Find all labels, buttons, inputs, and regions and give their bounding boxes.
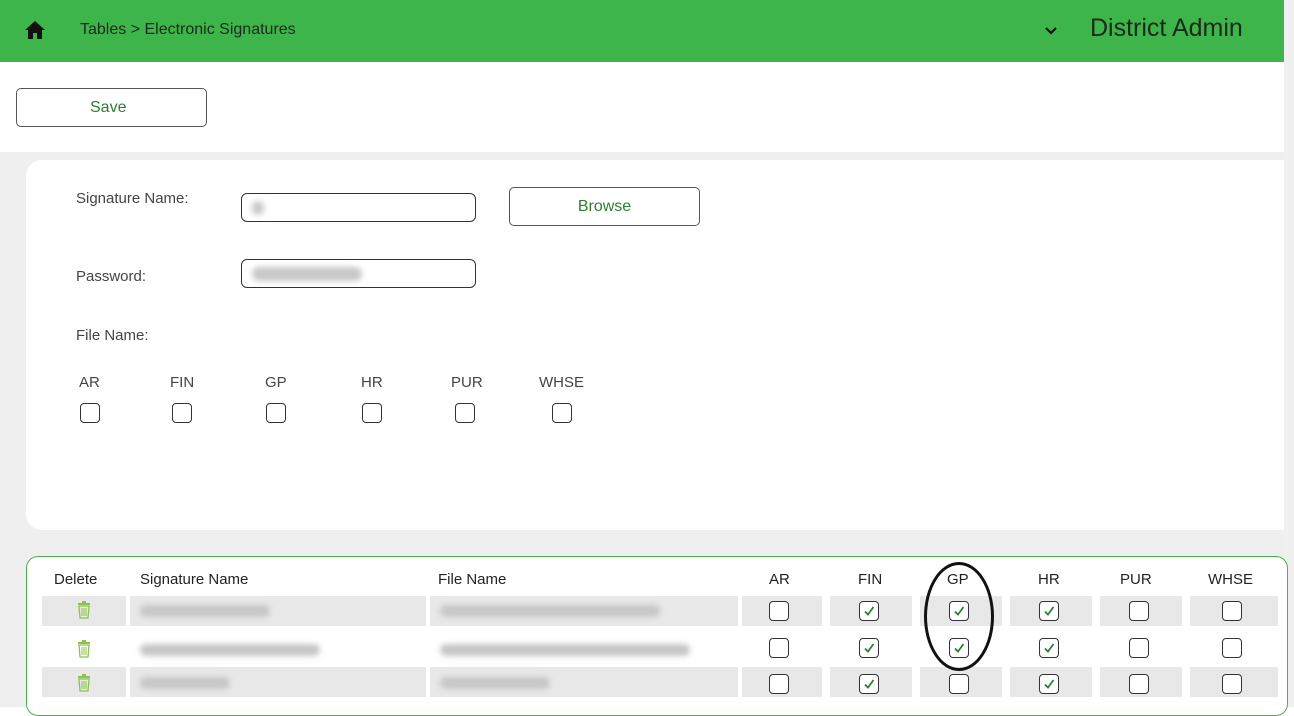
- file-name-cell: [440, 644, 690, 656]
- module-label-pur: PUR: [451, 374, 483, 391]
- module-label-gp: GP: [265, 374, 287, 391]
- password-input[interactable]: [241, 259, 476, 288]
- home-icon[interactable]: [24, 20, 46, 40]
- form-checkbox-gp[interactable]: [266, 403, 286, 423]
- signature-name-input[interactable]: [241, 193, 476, 222]
- checkbox-gp[interactable]: [949, 674, 969, 694]
- checkbox-pur[interactable]: [1129, 674, 1149, 694]
- trash-icon[interactable]: [77, 640, 91, 658]
- checkbox-pur[interactable]: [1129, 601, 1149, 621]
- checkbox-whse[interactable]: [1222, 638, 1242, 658]
- checkbox-ar[interactable]: [769, 601, 789, 621]
- save-button[interactable]: Save: [16, 88, 207, 127]
- checkbox-gp[interactable]: [949, 601, 969, 621]
- checkbox-ar[interactable]: [769, 674, 789, 694]
- signature-name-cell: [140, 605, 270, 617]
- column-header-pur[interactable]: PUR: [1120, 571, 1152, 588]
- signature-name-label: Signature Name:: [76, 190, 189, 207]
- checkbox-gp[interactable]: [949, 638, 969, 658]
- column-header-signature-name[interactable]: Signature Name: [140, 571, 248, 588]
- checkbox-pur[interactable]: [1129, 638, 1149, 658]
- checkbox-fin[interactable]: [859, 674, 879, 694]
- column-header-hr[interactable]: HR: [1038, 571, 1060, 588]
- column-header-fin[interactable]: FIN: [858, 571, 882, 588]
- column-header-gp[interactable]: GP: [947, 571, 969, 588]
- browse-button[interactable]: Browse: [509, 187, 700, 226]
- chevron-down-icon[interactable]: [1044, 26, 1058, 36]
- trash-icon[interactable]: [77, 601, 91, 619]
- checkbox-ar[interactable]: [769, 638, 789, 658]
- form-checkbox-ar[interactable]: [80, 403, 100, 423]
- form-checkbox-fin[interactable]: [172, 403, 192, 423]
- form-checkbox-whse[interactable]: [552, 403, 572, 423]
- module-label-fin: FIN: [170, 374, 195, 391]
- module-label-whse: WHSE: [539, 374, 584, 391]
- column-header-whse[interactable]: WHSE: [1208, 571, 1253, 588]
- file-name-label: File Name:: [76, 327, 149, 344]
- file-name-cell: [440, 677, 550, 689]
- district-title[interactable]: District Admin: [1090, 14, 1284, 43]
- signature-name-cell: [140, 677, 230, 689]
- form-checkbox-hr[interactable]: [362, 403, 382, 423]
- file-name-cell: [440, 605, 660, 617]
- checkbox-hr[interactable]: [1039, 674, 1059, 694]
- checkbox-whse[interactable]: [1222, 601, 1242, 621]
- form-checkbox-pur[interactable]: [455, 403, 475, 423]
- signature-name-cell: [140, 644, 320, 656]
- checkbox-fin[interactable]: [859, 638, 879, 658]
- checkbox-hr[interactable]: [1039, 601, 1059, 621]
- column-header-file-name[interactable]: File Name: [438, 571, 506, 588]
- breadcrumb: Tables > Electronic Signatures: [80, 21, 296, 38]
- checkbox-hr[interactable]: [1039, 638, 1059, 658]
- password-label: Password:: [76, 268, 147, 285]
- trash-icon[interactable]: [77, 674, 91, 692]
- module-label-ar: AR: [79, 374, 100, 391]
- module-label-hr: HR: [361, 374, 383, 391]
- column-header-ar[interactable]: AR: [769, 571, 790, 588]
- column-header-delete: Delete: [54, 571, 98, 588]
- checkbox-whse[interactable]: [1222, 674, 1242, 694]
- checkbox-fin[interactable]: [859, 601, 879, 621]
